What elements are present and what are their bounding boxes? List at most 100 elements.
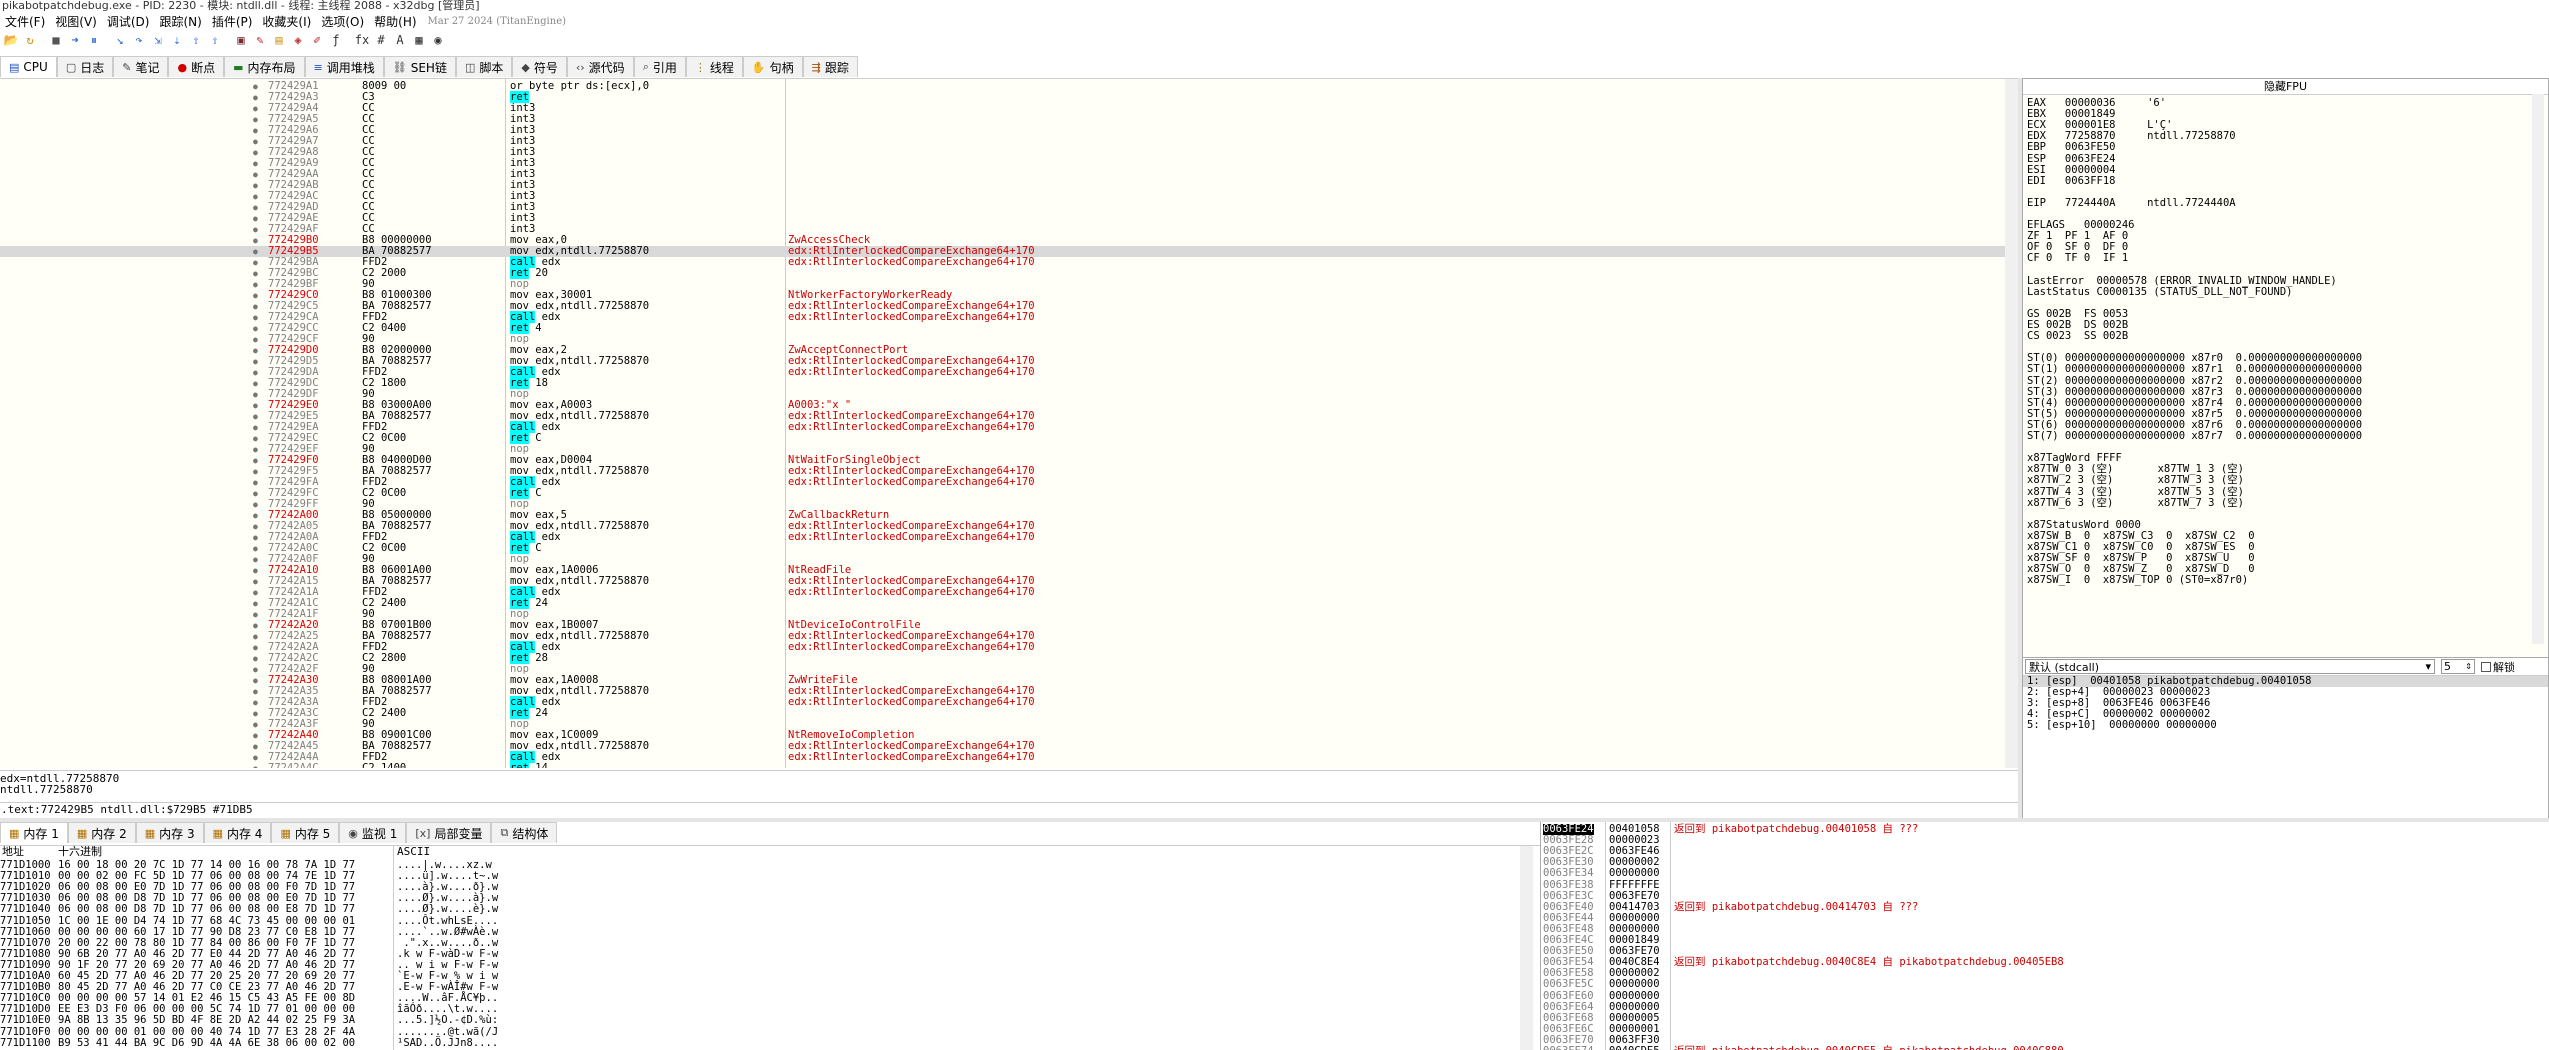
stack-row[interactable]: 0063FE74 0040CDE5 返回到 pikabotpatchdebug.00… (1541, 1046, 2549, 1050)
menu-item[interactable]: 帮助(H) (369, 13, 421, 30)
breakpoint-dot-icon[interactable]: ● (253, 763, 258, 768)
hide-fpu-button[interactable]: 隐藏FPU (2023, 79, 2548, 95)
register-line[interactable]: LastError 00000578 (ERROR_INVALID_WINDOW… (2027, 275, 2337, 287)
breakpoint-dot-icon[interactable]: ● (253, 477, 258, 488)
breakpoint-dot-icon[interactable]: ● (253, 653, 258, 664)
breakpoint-dot-icon[interactable]: ● (253, 378, 258, 389)
breakpoint-dot-icon[interactable]: ● (253, 730, 258, 741)
breakpoint-dot-icon[interactable]: ● (253, 532, 258, 543)
dump-scrollbar[interactable] (1520, 846, 1533, 1050)
breakpoint-dot-icon[interactable]: ● (253, 620, 258, 631)
breakpoint-dot-icon[interactable]: ● (253, 202, 258, 213)
tab-log[interactable]: ▢ 日志 (56, 56, 114, 77)
disassembly-scrollbar[interactable] (2005, 79, 2018, 768)
breakpoint-dot-icon[interactable]: ● (253, 257, 258, 268)
stack-row[interactable]: 0063FE68 00000005 (1541, 1012, 2549, 1024)
breakpoint-dot-icon[interactable]: ● (253, 598, 258, 609)
breakpoint-dot-icon[interactable]: ● (253, 169, 258, 180)
breakpoint-dot-icon[interactable]: ● (253, 323, 258, 334)
menu-item[interactable]: 收藏夹(I) (257, 13, 316, 30)
breakpoint-dot-icon[interactable]: ● (253, 554, 258, 565)
close-icon[interactable]: ■ (48, 32, 64, 48)
memory-tab[interactable]: ▦ 内存 5 (271, 822, 340, 843)
tab-trace[interactable]: ⇶ 跟踪 (802, 56, 858, 77)
register-line[interactable]: x87TW_2 3 (空) x87TW_3 3 (空) (2027, 475, 2244, 486)
breakpoint-dot-icon[interactable]: ● (253, 488, 258, 499)
breakpoint-dot-icon[interactable]: ● (253, 367, 258, 378)
memory-dump-view[interactable]: 地址 十六进制 ASCII 771D1000 16 00 18 00 20 7C … (0, 845, 1540, 1050)
tab-references[interactable]: ⌕ 引用 (633, 56, 686, 77)
breakpoint-dot-icon[interactable]: ● (253, 290, 258, 301)
breakpoint-dot-icon[interactable]: ● (253, 147, 258, 158)
script-icon[interactable]: ◉ (430, 32, 446, 48)
stack-row[interactable]: 0063FE6C 00000001 (1541, 1023, 2549, 1035)
menu-item[interactable]: 视图(V) (50, 13, 102, 30)
memory-tab[interactable]: ⧉ 结构体 (491, 822, 558, 843)
breakpoint-dot-icon[interactable]: ● (253, 752, 258, 763)
breakpoint-dot-icon[interactable]: ● (253, 741, 258, 752)
stack-row[interactable]: 0063FE54 0040C8E4 返回到 pikabotpatchdebug.00… (1541, 957, 2549, 968)
breakpoint-dot-icon[interactable]: ● (253, 664, 258, 675)
stack-row[interactable]: 0063FE28 00000023 (1541, 835, 2549, 846)
trace-over-icon[interactable]: ⇣ (169, 32, 185, 48)
breakpoint-dot-icon[interactable]: ● (253, 235, 258, 246)
breakpoint-dot-icon[interactable]: ● (253, 499, 258, 510)
register-line[interactable]: x87SW_I 0 x87SW_TOP 0 (ST0=x87r0) (2027, 575, 2248, 586)
registers-panel[interactable]: 隐藏FPU EAX 00000036 '6' EBX 00001849 ECX 00… (2022, 78, 2549, 658)
menu-item[interactable]: 选项(O) (316, 13, 369, 30)
breakpoint-dot-icon[interactable]: ● (253, 642, 258, 653)
register-line[interactable]: ESI 00000004 (2027, 164, 2116, 176)
breakpoint-dot-icon[interactable]: ● (253, 510, 258, 521)
dump-row[interactable]: 771D1050 1C 00 1E 00 D4 74 1D 77 68 4C 73… (0, 915, 1520, 927)
strings-icon[interactable]: A (392, 32, 408, 48)
memory-tab[interactable]: ▦ 内存 2 (67, 822, 136, 843)
menu-item[interactable]: 插件(P) (207, 13, 258, 30)
stack-row[interactable]: 0063FE30 00000002 (1541, 857, 2549, 868)
stack-row[interactable]: 0063FE58 00000002 (1541, 968, 2549, 979)
dump-row[interactable]: 771D1100 B9 53 41 44 BA 9C D6 9D 4A 4A 6E… (0, 1037, 1520, 1049)
breakpoint-dot-icon[interactable]: ● (253, 345, 258, 356)
stack-row[interactable]: 0063FE38 FFFFFFFE (1541, 879, 2549, 891)
breakpoint-dot-icon[interactable]: ● (253, 587, 258, 598)
breakpoint-dot-icon[interactable]: ● (253, 224, 258, 235)
checkbox-box[interactable] (2481, 661, 2491, 672)
register-line[interactable]: ST(7) 0000000000000000000 x87r7 0.000000… (2027, 431, 2362, 442)
breakpoint-dot-icon[interactable]: ● (253, 411, 258, 422)
breakpoint-dot-icon[interactable]: ● (253, 191, 258, 202)
step-over-icon[interactable]: ↷ (131, 32, 147, 48)
breakpoint-dot-icon[interactable]: ● (253, 114, 258, 125)
hash-icon[interactable]: # (373, 32, 389, 48)
breakpoint-dot-icon[interactable]: ● (253, 631, 258, 642)
breakpoint-dot-icon[interactable]: ● (253, 301, 258, 312)
stack-row[interactable]: 0063FE4C 00001849 (1541, 935, 2549, 946)
breakpoint-dot-icon[interactable]: ● (253, 697, 258, 708)
breakpoint-dot-icon[interactable]: ● (253, 125, 258, 136)
breakpoint-dot-icon[interactable]: ● (253, 455, 258, 466)
dump-row[interactable]: 771D1040 06 00 08 00 D8 7D 1D 77 06 00 08… (0, 904, 1520, 915)
unlock-checkbox[interactable]: 解锁 (2481, 659, 2515, 675)
register-line[interactable]: ESP 0063FE24 (2027, 153, 2116, 165)
breakpoint-dot-icon[interactable]: ● (253, 609, 258, 620)
calculator-icon[interactable]: ▦ (411, 32, 427, 48)
tab-memory-map[interactable]: ▬ 内存布局 (224, 56, 305, 77)
functions-icon[interactable]: ƒ (328, 32, 344, 48)
disasm-row[interactable]: ● 77242A4C C2 1400 ret 14 (0, 762, 2005, 768)
register-line[interactable]: CF 0 TF 0 IF 1 (2027, 253, 2128, 264)
call-convention-select[interactable]: 默认 (stdcall) ▾ (2025, 659, 2435, 674)
memory-tab[interactable]: ▦ 内存 4 (203, 822, 272, 843)
run-icon[interactable]: ➜ (67, 32, 83, 48)
stack-view[interactable]: 0063FE24 00401058 返回到 pikabotpatchdebug.00… (1540, 822, 2549, 1050)
restart-icon[interactable]: ↻ (22, 32, 38, 48)
breakpoint-dot-icon[interactable]: ● (253, 81, 258, 92)
open-icon[interactable]: 📂 (3, 32, 19, 48)
comments-icon[interactable]: ▤ (271, 32, 287, 48)
register-line[interactable]: EIP 7724440A ntdll.7724440A (2027, 197, 2236, 209)
stack-row[interactable]: 0063FE48 00000000 (1541, 923, 2549, 935)
breakpoint-dot-icon[interactable]: ● (253, 675, 258, 686)
tab-source[interactable]: ‹› 源代码 (566, 56, 634, 77)
labels-icon[interactable]: ◈ (290, 32, 306, 48)
breakpoint-dot-icon[interactable]: ● (253, 356, 258, 367)
stack-row[interactable]: 0063FE2C 0063FE46 (1541, 846, 2549, 857)
patch-icon[interactable]: ✎ (252, 32, 268, 48)
stack-row[interactable]: 0063FE3C 0063FE70 (1541, 890, 2549, 902)
